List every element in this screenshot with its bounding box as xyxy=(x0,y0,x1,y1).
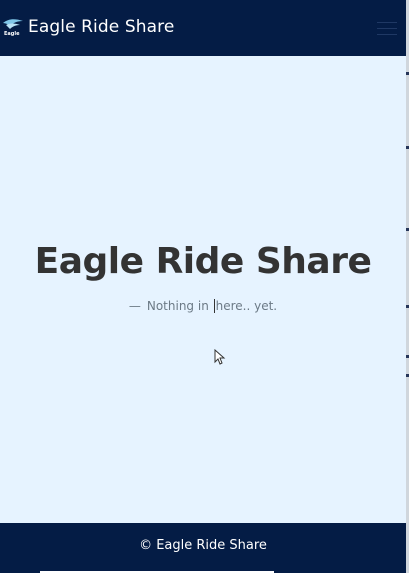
footer: © Eagle Ride Share xyxy=(0,523,406,573)
subtitle-text-start: Nothing in xyxy=(146,299,213,313)
subtitle-text-end: here.. yet. xyxy=(215,299,278,313)
page-subtitle: — Nothing in here.. yet. xyxy=(0,299,406,313)
text-caret xyxy=(213,299,215,313)
logo-text: Eagle xyxy=(4,31,20,37)
navbar: Eagle Eagle Ride Share xyxy=(0,0,406,56)
brand-title[interactable]: Eagle Ride Share xyxy=(28,17,174,37)
eagle-logo-icon[interactable]: Eagle xyxy=(2,17,24,37)
hamburger-menu-icon[interactable] xyxy=(372,14,402,42)
main-content: Eagle Ride Share — Nothing in here.. yet. xyxy=(0,56,406,523)
subtitle-dash: — xyxy=(128,299,141,313)
mouse-pointer-icon xyxy=(214,349,226,365)
page-title: Eagle Ride Share xyxy=(34,241,372,282)
footer-copyright: © Eagle Ride Share xyxy=(139,538,267,553)
